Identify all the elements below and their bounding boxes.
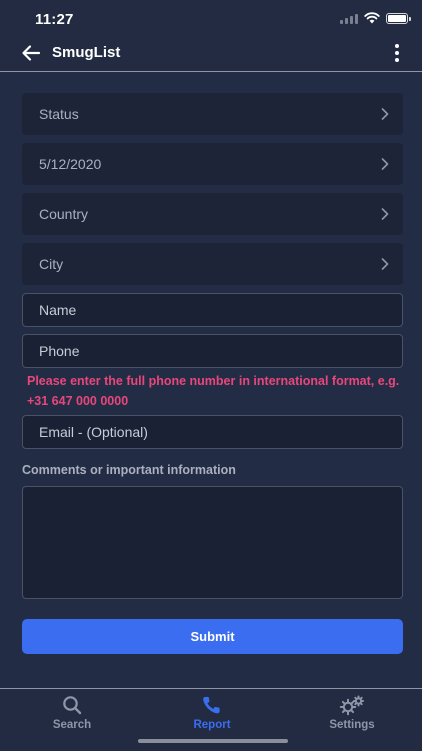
gears-icon	[339, 695, 364, 716]
app-bar: SmugList	[0, 40, 422, 72]
chevron-right-icon	[381, 158, 389, 170]
date-select[interactable]: 5/12/2020	[22, 143, 403, 185]
country-select-label: Country	[39, 206, 89, 222]
email-input[interactable]	[22, 415, 403, 449]
tab-search-label: Search	[52, 719, 92, 731]
status-icons	[340, 12, 411, 24]
status-select-label: Status	[39, 106, 79, 122]
tab-settings[interactable]: Settings	[292, 689, 412, 739]
status-time: 11:27	[35, 11, 74, 28]
city-select-label: City	[39, 256, 64, 272]
date-select-value: 5/12/2020	[39, 156, 102, 172]
city-select[interactable]: City	[22, 243, 403, 285]
country-select[interactable]: Country	[22, 193, 403, 235]
cellular-signal-icon	[340, 13, 358, 24]
tab-report[interactable]: Report	[152, 689, 272, 739]
search-icon	[63, 696, 82, 715]
tab-report-label: Report	[193, 719, 231, 731]
tab-search[interactable]: Search	[12, 689, 132, 739]
app-title: SmugList	[52, 44, 121, 61]
more-vertical-icon[interactable]	[392, 42, 402, 64]
chevron-right-icon	[381, 108, 389, 120]
phone-input[interactable]	[22, 334, 403, 368]
back-arrow-icon[interactable]	[20, 42, 42, 64]
phone-error-message: Please enter the full phone number in in…	[27, 374, 400, 408]
comments-textarea[interactable]	[22, 486, 403, 599]
home-indicator	[138, 739, 288, 743]
status-bar: 11:27	[0, 0, 422, 40]
phone-icon	[203, 696, 220, 714]
chevron-right-icon	[381, 208, 389, 220]
name-input[interactable]	[22, 293, 403, 327]
status-select[interactable]: Status	[22, 93, 403, 135]
chevron-right-icon	[381, 258, 389, 270]
tab-settings-label: Settings	[329, 719, 375, 731]
comments-label: Comments or important information	[22, 463, 236, 477]
battery-icon	[386, 12, 411, 24]
wifi-icon	[364, 12, 380, 24]
submit-button[interactable]: Submit	[22, 619, 403, 654]
